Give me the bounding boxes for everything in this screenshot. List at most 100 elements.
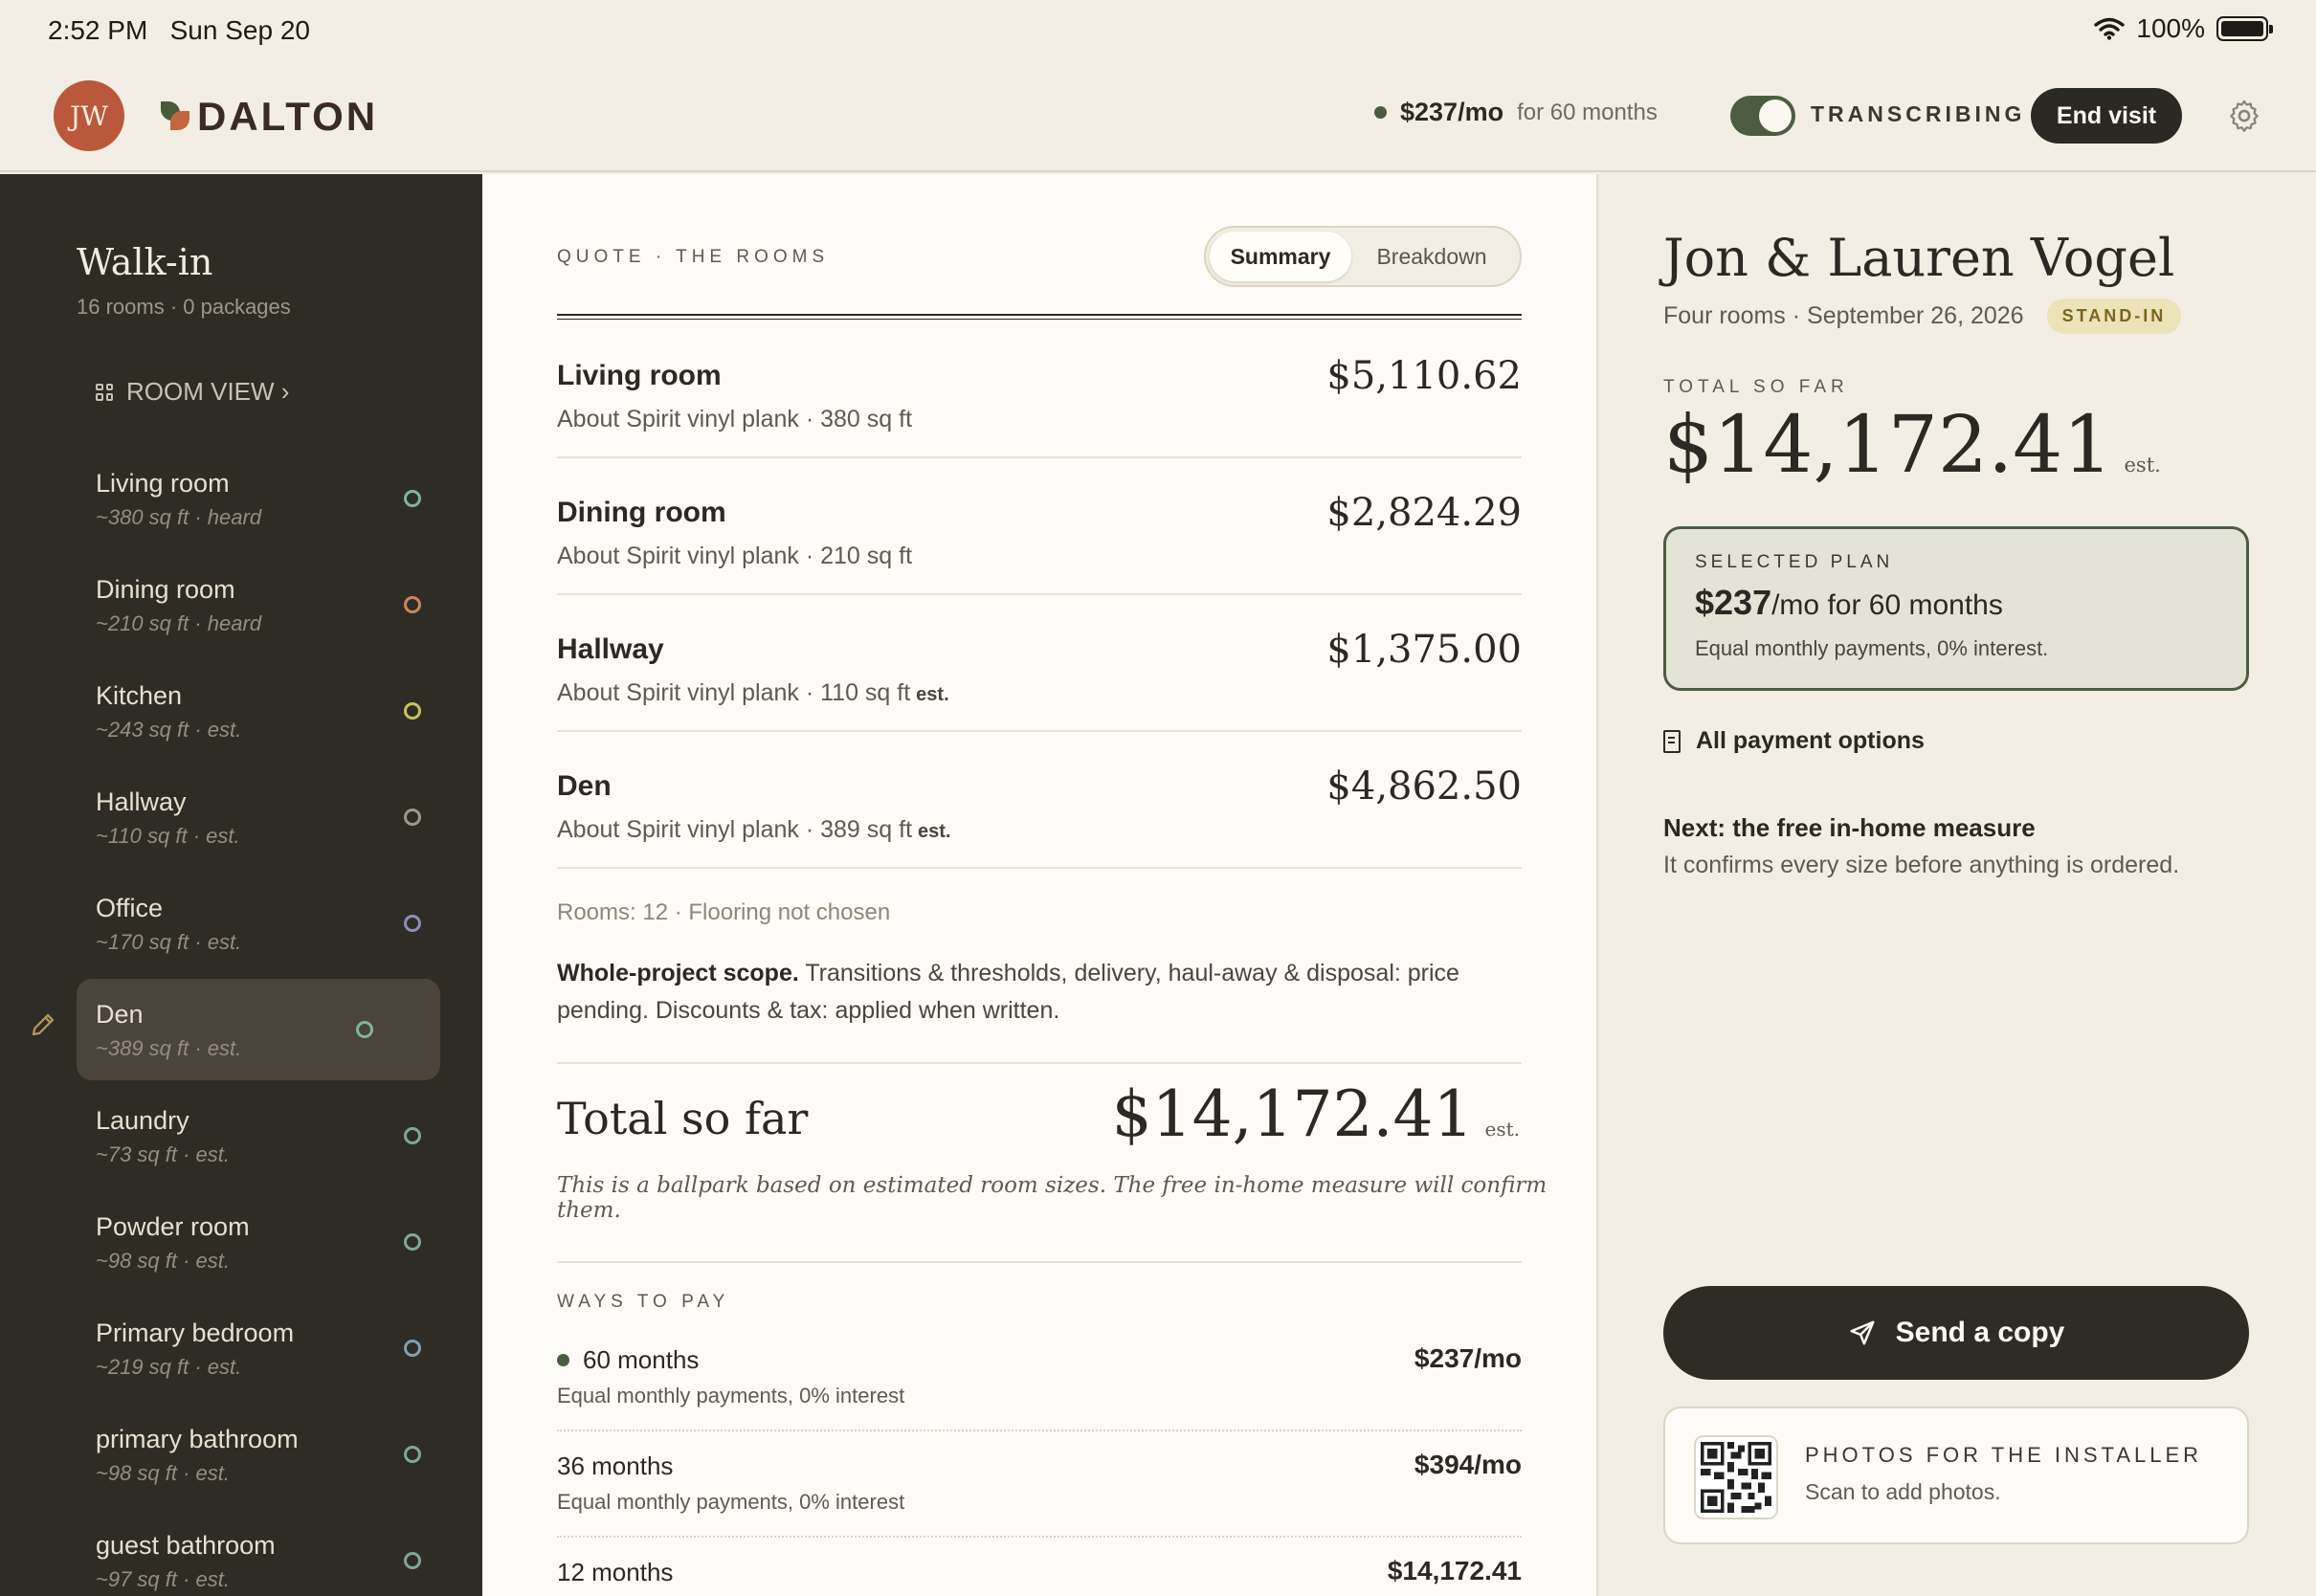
quote-room-desc: About Spirit vinyl plank · 110 sq ft est. xyxy=(557,679,949,706)
transcribing-toggle[interactable] xyxy=(1730,96,1795,136)
sidebar-room-item[interactable]: Den ~389 sq ft · est. xyxy=(77,979,440,1080)
room-meta: ~97 sq ft · est. xyxy=(96,1567,231,1591)
selected-plan-card[interactable]: SELECTED PLAN $237/mo for 60 months Equa… xyxy=(1663,526,2249,691)
pay-amount: $14,172.41 xyxy=(1387,1556,1522,1585)
gear-icon[interactable] xyxy=(2226,98,2262,134)
tab-summary[interactable]: Summary xyxy=(1210,232,1351,281)
quote-room-name: Dining room xyxy=(557,497,726,528)
pay-option-row[interactable]: 36 months Equal monthly payments, 0% inte… xyxy=(557,1432,1522,1538)
divider xyxy=(557,1062,1522,1064)
room-name: Den xyxy=(96,1000,144,1029)
room-meta: ~243 sq ft · est. xyxy=(96,718,242,742)
pay-desc: Equal monthly payments, 0% interest xyxy=(557,1490,905,1514)
document-icon xyxy=(1663,729,1681,753)
pay-term: 36 months xyxy=(557,1452,674,1480)
total-so-far-label: TOTAL SO FAR xyxy=(1663,377,1849,397)
avatar[interactable]: JW xyxy=(54,80,124,151)
quote-row[interactable]: Den About Spirit vinyl plank · 389 sq ft e… xyxy=(557,732,1522,869)
sidebar-room-item[interactable]: Dining room ~210 sq ft · heard xyxy=(77,554,440,655)
room-status-icon xyxy=(404,1127,421,1144)
total-so-far-est: est. xyxy=(2124,454,2161,477)
all-payment-options-link[interactable]: All payment options xyxy=(1663,727,1925,755)
battery-icon xyxy=(2216,16,2273,41)
room-name: primary bathroom xyxy=(96,1425,299,1453)
quote-eyebrow: QUOTE · THE ROOMS xyxy=(557,247,830,267)
quote-room-price: $2,824.29 xyxy=(1326,491,1522,535)
pay-option-row[interactable]: 12 months $14,172.41 xyxy=(557,1539,1522,1596)
plan-term: for 60 months xyxy=(1517,99,1658,125)
sidebar-room-item[interactable]: Hallway ~110 sq ft · est. xyxy=(77,766,440,868)
divider xyxy=(557,1261,1522,1263)
quote-room-desc: About Spirit vinyl plank · 389 sq ft est. xyxy=(557,816,951,843)
room-name: Laundry xyxy=(96,1106,189,1135)
sidebar-room-item[interactable]: guest bathroom ~97 sq ft · est. xyxy=(77,1510,440,1596)
logo-text: DALTON xyxy=(197,94,379,139)
room-status-icon xyxy=(356,1021,373,1038)
room-name: Office xyxy=(96,894,164,922)
room-status-icon xyxy=(404,1446,421,1463)
room-meta: ~110 sq ft · est. xyxy=(96,824,240,848)
send-copy-button[interactable]: Send a copy xyxy=(1663,1286,2249,1380)
pay-option-row[interactable]: 60 months Equal monthly payments, 0% inte… xyxy=(557,1326,1522,1431)
selected-plan-price: $237/mo for 60 months xyxy=(1695,583,2003,622)
app-header: JW DALTON $237/mo for 60 months TRANSCRI… xyxy=(0,57,2316,172)
room-name: Dining room xyxy=(96,575,235,604)
sidebar-room-item[interactable]: Office ~170 sq ft · est. xyxy=(77,873,440,974)
next-step-desc: It confirms every size before anything i… xyxy=(1663,852,2180,878)
pay-term: 60 months xyxy=(557,1345,699,1375)
total-est: est. xyxy=(1484,1118,1521,1141)
plan-price: $237/mo xyxy=(1400,98,1504,126)
status-bar: 2:52 PM Sun Sep 20 100% xyxy=(0,0,2316,57)
scope-title: Whole-project scope. xyxy=(557,960,799,986)
sidebar-room-item[interactable]: Primary bedroom ~219 sq ft · est. xyxy=(77,1297,440,1399)
quote-est-label: est. xyxy=(916,684,949,705)
tab-breakdown[interactable]: Breakdown xyxy=(1351,232,1512,281)
quote-row[interactable]: Hallway About Spirit vinyl plank · 110 sq… xyxy=(557,595,1522,732)
status-time: 2:52 PM Sun Sep 20 xyxy=(48,15,310,45)
quote-row[interactable]: Living room About Spirit vinyl plank · 38… xyxy=(557,321,1522,458)
quote-room-price: $1,375.00 xyxy=(1326,628,1522,672)
quote-est-label: est. xyxy=(918,821,951,842)
room-name: Living room xyxy=(96,469,230,498)
end-visit-button[interactable]: End visit xyxy=(2031,88,2182,144)
quote-room-desc: About Spirit vinyl plank · 210 sq ft xyxy=(557,543,913,569)
room-meta: ~98 sq ft · est. xyxy=(96,1461,231,1485)
view-segmented-control: Summary Breakdown xyxy=(1204,226,1522,287)
room-status-icon xyxy=(404,809,421,826)
quote-row[interactable]: Dining room About Spirit vinyl plank · 21… xyxy=(557,458,1522,595)
logo: DALTON xyxy=(161,94,378,140)
sidebar-room-item[interactable]: Laundry ~73 sq ft · est. xyxy=(77,1085,440,1186)
sidebar-room-item[interactable]: Kitchen ~243 sq ft · est. xyxy=(77,660,440,762)
room-meta: ~389 sq ft · est. xyxy=(96,1036,242,1060)
send-icon xyxy=(1850,1320,1875,1345)
pay-term: 12 months xyxy=(557,1558,674,1586)
total-value: $14,172.41 est. xyxy=(1111,1077,1521,1151)
quote-room-price: $5,110.62 xyxy=(1326,354,1522,398)
room-status-icon xyxy=(404,915,421,932)
status-badge: STAND-IN xyxy=(2046,299,2182,334)
room-status-icon xyxy=(404,1340,421,1357)
sidebar-room-item[interactable]: Living room ~380 sq ft · heard xyxy=(77,448,440,549)
room-meta: ~170 sq ft · est. xyxy=(96,930,242,954)
grid-icon xyxy=(96,383,113,401)
installer-photos-subtitle: Scan to add photos. xyxy=(1805,1479,2001,1504)
pay-amount: $237/mo xyxy=(1414,1343,1522,1373)
sidebar-room-item[interactable]: Powder room ~98 sq ft · est. xyxy=(77,1191,440,1293)
selected-plan-label: SELECTED PLAN xyxy=(1695,552,1894,572)
wifi-icon xyxy=(2094,17,2126,40)
quote-room-desc: About Spirit vinyl plank · 380 sq ft xyxy=(557,406,913,432)
divider xyxy=(557,314,1522,320)
room-meta: ~98 sq ft · est. xyxy=(96,1249,231,1273)
total-so-far-value: $14,172.41 est. xyxy=(1663,400,2161,491)
sidebar-room-item[interactable]: primary bathroom ~98 sq ft · est. xyxy=(77,1404,440,1505)
rooms-note: Rooms: 12 · Flooring not chosen xyxy=(557,899,891,925)
total-label: Total so far xyxy=(557,1093,809,1144)
room-view-link[interactable]: ROOM VIEW › xyxy=(96,377,289,407)
room-name: Kitchen xyxy=(96,681,183,710)
quote-room-name: Living room xyxy=(557,360,722,391)
installer-photos-card[interactable]: PHOTOS FOR THE INSTALLER Scan to add pho… xyxy=(1663,1407,2249,1544)
room-name: Hallway xyxy=(96,787,187,816)
room-status-icon xyxy=(404,702,421,720)
plan-dot-icon xyxy=(1374,106,1387,119)
transcribing-label: TRANSCRIBING xyxy=(1811,101,2026,126)
